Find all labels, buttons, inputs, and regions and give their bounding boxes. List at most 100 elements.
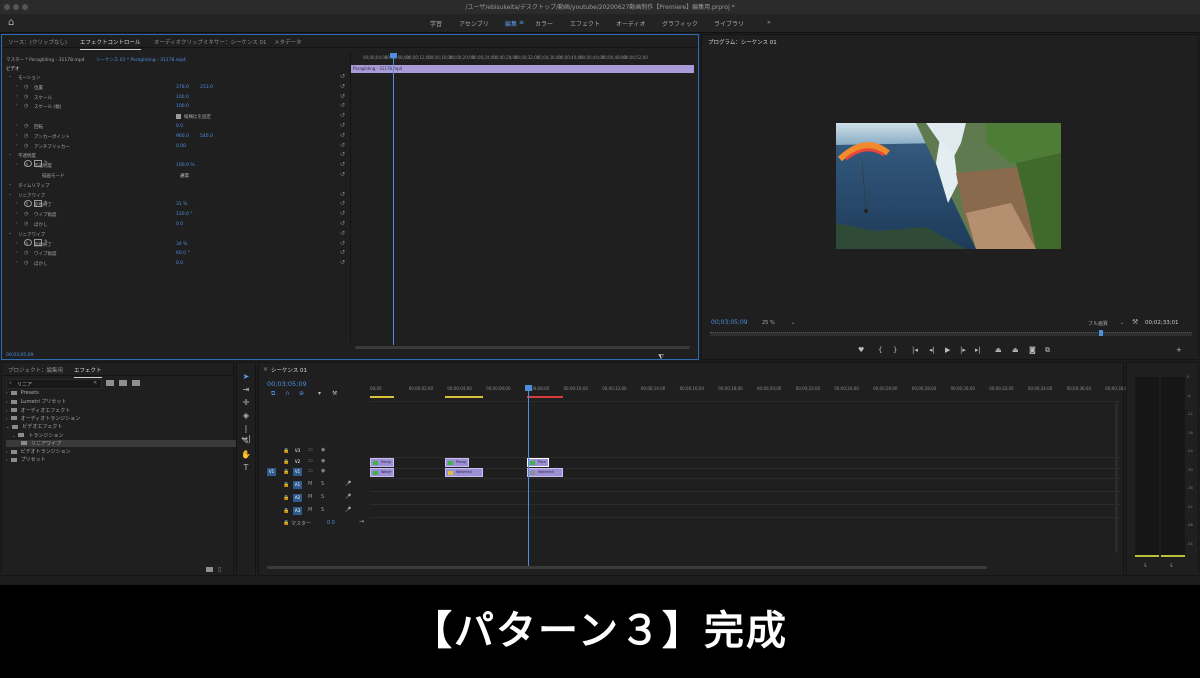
master-clip-label[interactable]: マスター * Paragliding - 31178.mp4	[6, 57, 85, 63]
program-monitor-title[interactable]: プログラム：シーケンス 01	[708, 38, 777, 46]
razor-tool-icon[interactable]: ◈	[240, 411, 252, 421]
yuv-effects-icon[interactable]	[132, 380, 140, 386]
effect-property-value[interactable]: 100.0 %	[176, 163, 195, 168]
track-lock-icon[interactable]: 🔒	[283, 469, 289, 475]
voice-over-record-icon[interactable]: 🎤	[345, 507, 351, 513]
workspace-menu-icon[interactable]: ≡	[519, 19, 524, 26]
effects-search-field[interactable]: ⌕ リニア ✕	[6, 379, 102, 389]
reset-parameter-icon[interactable]: ↺	[340, 220, 345, 227]
tree-chevron-icon[interactable]: ›	[6, 457, 8, 462]
stopwatch-icon[interactable]: ◷	[24, 241, 28, 247]
effect-property-row[interactable]: › ◷ 変換終了 34 % ↺	[4, 240, 346, 249]
mute-icon[interactable]: M	[308, 507, 312, 513]
go-to-end-icon[interactable]: ⇥	[359, 518, 364, 525]
effect-property-value[interactable]: 960.0	[176, 134, 189, 139]
voice-over-record-icon[interactable]: 🎤	[345, 481, 351, 487]
collapse-chevron-icon[interactable]: ⌄	[8, 182, 12, 187]
stopwatch-icon[interactable]: ◷	[24, 103, 28, 109]
effect-playhead-handle[interactable]	[390, 53, 397, 58]
effect-controls-ruler[interactable]: 00;00;04;0000;00;08;0000;00;12;0000;00;1…	[351, 53, 697, 63]
effect-property-row[interactable]: › ◷ 位置 378.0 253.0 ↺	[4, 83, 346, 92]
expand-chevron-icon[interactable]: ›	[16, 94, 18, 99]
track-target-v1[interactable]: V1	[293, 468, 302, 476]
tree-chevron-icon[interactable]: ›	[6, 416, 8, 421]
track-target-v2[interactable]: V2	[293, 458, 302, 466]
track-target-v3[interactable]: V3	[293, 447, 302, 455]
reset-parameter-icon[interactable]: ↺	[340, 122, 345, 129]
track-lock-icon[interactable]: 🔒	[283, 459, 289, 465]
track-select-tool-icon[interactable]: ⇥	[240, 385, 252, 395]
tree-chevron-icon[interactable]: ⌄	[6, 424, 9, 429]
effect-property-value[interactable]: 0.00	[176, 144, 186, 149]
32bit-effects-icon[interactable]	[119, 380, 127, 386]
stopwatch-icon[interactable]: ◷	[24, 84, 28, 90]
reset-parameter-icon[interactable]: ↺	[340, 73, 345, 80]
expand-chevron-icon[interactable]: ›	[16, 103, 18, 108]
effect-property-row[interactable]: › ◷ ぼかし 0.0 ↺	[4, 220, 346, 229]
collapse-chevron-icon[interactable]: ⌄	[8, 74, 12, 79]
tree-chevron-icon[interactable]: ⌄	[12, 433, 15, 438]
effects-tree-item[interactable]: › オーディオトランジション	[6, 415, 80, 422]
uniform-scale-checkbox[interactable]	[176, 114, 181, 120]
add-marker-icon[interactable]: ♥	[858, 346, 864, 354]
effect-property-value[interactable]: 34 %	[176, 242, 187, 247]
effects-tree-item[interactable]: › プリセット	[6, 456, 46, 463]
master-lock-icon[interactable]: 🔒	[283, 520, 289, 526]
effect-property-value[interactable]: 100.0	[176, 95, 189, 100]
solo-icon[interactable]: S	[321, 507, 324, 513]
reset-parameter-icon[interactable]: ↺	[340, 142, 345, 149]
effect-property-value[interactable]: 60.0 °	[176, 251, 190, 256]
clear-search-icon[interactable]: ✕	[93, 380, 97, 386]
collapse-chevron-icon[interactable]: ⌄	[8, 152, 12, 157]
filter-icon[interactable]: ⧨	[658, 353, 664, 362]
pen-tool-icon[interactable]: ✎	[240, 437, 252, 447]
effect-property-row[interactable]: ⌄ 不透明度 ↺ ✎	[4, 151, 346, 168]
workspace-audio[interactable]: オーディオ	[616, 19, 646, 28]
effect-property-row[interactable]: ⌄ モーション ↺	[4, 73, 346, 82]
master-track-value[interactable]: 0.0	[327, 520, 335, 526]
reset-parameter-icon[interactable]: ↺	[340, 102, 345, 109]
track-target-a2[interactable]: A2	[293, 494, 302, 502]
effect-property-row[interactable]: ⌄ リニアワイプ ↺ ✎	[4, 230, 346, 246]
source-patch-v1[interactable]: V1	[267, 468, 276, 476]
track-target-a1[interactable]: A1	[293, 481, 302, 489]
mute-icon[interactable]: M	[308, 481, 312, 487]
export-frame-icon[interactable]: ◙	[1029, 346, 1036, 354]
expand-chevron-icon[interactable]: ›	[16, 221, 18, 226]
stopwatch-icon[interactable]: ◷	[24, 143, 28, 149]
stopwatch-icon[interactable]: ◷	[24, 201, 28, 207]
hand-tool-icon[interactable]: ✋	[240, 450, 252, 460]
reset-parameter-icon[interactable]: ↺	[340, 249, 345, 256]
reset-parameter-icon[interactable]: ↺	[340, 210, 345, 217]
toggle-visibility-icon[interactable]: ◉	[321, 447, 325, 453]
timeline-horizontal-scrollbar[interactable]	[267, 566, 987, 569]
solo-right[interactable]: S	[1170, 563, 1173, 568]
step-back-icon[interactable]: ◂|	[929, 346, 935, 354]
effect-property-row[interactable]: › ◷ スケール (幅) 100.0 ↺	[4, 102, 346, 111]
track-lock-icon[interactable]: 🔒	[283, 448, 289, 454]
effect-property-value[interactable]: 0.0	[176, 261, 183, 266]
video-clip-selected[interactable]: Para	[527, 458, 549, 467]
video-clip[interactable]: Waterfall	[445, 468, 483, 477]
timeline-playhead[interactable]	[528, 385, 529, 567]
effect-controls-timecode[interactable]: 00;03;05;09	[6, 353, 33, 358]
effects-tree-item[interactable]: ⌄ ビデオエフェクト	[6, 423, 62, 430]
effect-timeline-scrollbar[interactable]	[355, 346, 690, 349]
ripple-edit-tool-icon[interactable]: ✛	[240, 398, 252, 408]
expand-chevron-icon[interactable]: ›	[16, 250, 18, 255]
effect-property-row[interactable]: › ◷ ワイプ角度 60.0 ° ↺	[4, 249, 346, 258]
tab-source[interactable]: ソース：(クリップなし)	[8, 38, 67, 46]
tab-project[interactable]: プロジェクト：編集用	[8, 366, 63, 374]
workspace-color[interactable]: カラー	[535, 19, 553, 28]
expand-chevron-icon[interactable]: ›	[16, 162, 18, 167]
track-lock-icon[interactable]: 🔒	[283, 495, 289, 501]
effect-property-value[interactable]: 100.0	[176, 104, 189, 109]
track-lock-icon[interactable]: 🔒	[283, 482, 289, 488]
timeline-playhead-handle[interactable]	[525, 385, 532, 391]
play-icon[interactable]: ▶	[945, 346, 950, 354]
compare-view-icon[interactable]: ⧉	[1045, 346, 1050, 355]
workspace-edit[interactable]: 編集	[505, 19, 517, 28]
stopwatch-icon[interactable]: ◷	[24, 133, 28, 139]
effect-property-value-y[interactable]: 540.0	[200, 134, 213, 139]
reset-parameter-icon[interactable]: ↺	[340, 151, 345, 158]
